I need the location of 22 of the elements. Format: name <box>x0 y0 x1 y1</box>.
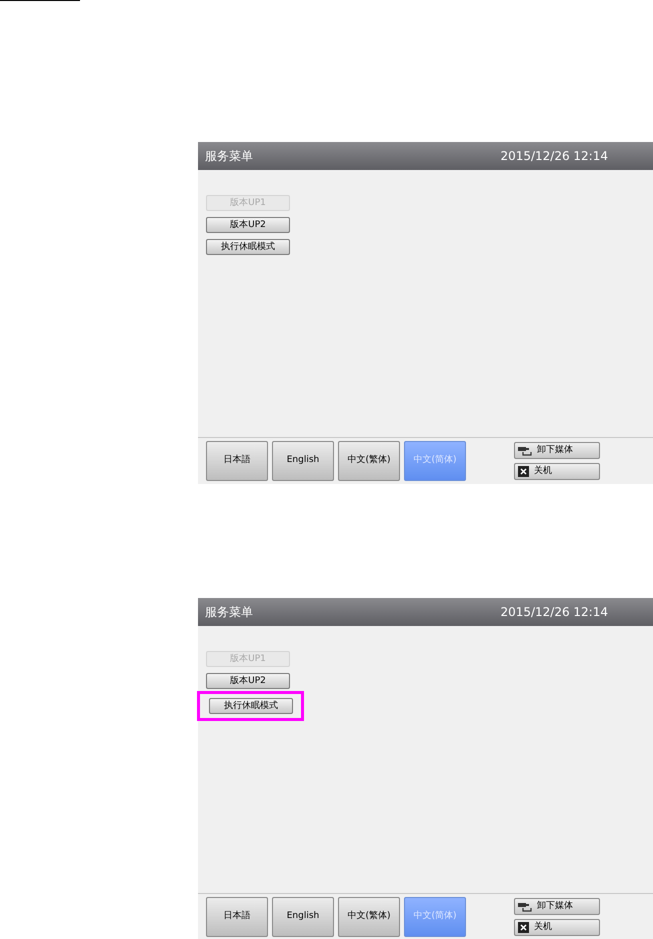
language-button[interactable]: 中文(繁体) <box>338 897 400 937</box>
language-button[interactable]: 日本語 <box>206 897 268 937</box>
language-button[interactable]: 中文(繁体) <box>338 441 400 481</box>
date-time: 2015/12/26 12:14 <box>500 604 608 621</box>
close-icon <box>518 466 529 477</box>
action-button[interactable]: 卸下媒体 <box>514 442 600 459</box>
menu-button[interactable]: 版本UP2 <box>206 217 290 233</box>
date-time: 2015/12/26 12:14 <box>500 148 608 165</box>
window-title: 服务菜单 <box>205 148 253 165</box>
plug-icon <box>518 446 532 456</box>
action-button[interactable]: 关机 <box>514 463 600 480</box>
action-button[interactable]: 关机 <box>514 919 600 936</box>
close-icon <box>518 922 529 933</box>
menu-button[interactable]: 执行休眠模式 <box>206 239 290 255</box>
plug-icon <box>518 902 532 912</box>
language-button[interactable]: English <box>272 441 334 481</box>
action-button[interactable]: 卸下媒体 <box>514 898 600 915</box>
language-button[interactable]: 日本語 <box>206 441 268 481</box>
menu-button[interactable]: 执行休眠模式 <box>209 698 293 714</box>
window-title: 服务菜单 <box>205 604 253 621</box>
menu-button[interactable]: 版本UP2 <box>206 673 290 689</box>
language-button[interactable]: English <box>272 897 334 937</box>
